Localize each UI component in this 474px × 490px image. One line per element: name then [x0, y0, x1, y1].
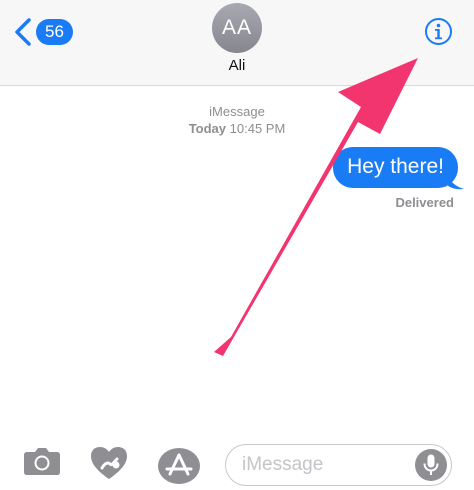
conversation-timestamp: iMessage Today 10:45 PM — [0, 103, 474, 137]
camera-button[interactable] — [23, 446, 61, 476]
app-store-icon — [158, 448, 200, 484]
timestamp-day: Today — [188, 121, 227, 136]
service-label: iMessage — [209, 104, 265, 119]
message-composer — [225, 444, 452, 486]
app-store-button[interactable] — [157, 447, 201, 485]
microphone-button[interactable] — [415, 449, 447, 481]
contact-avatar[interactable]: AA — [212, 3, 262, 53]
message-bubble-outgoing[interactable]: Hey there! — [333, 147, 458, 188]
timestamp-time: 10:45 PM — [229, 121, 286, 136]
avatar-initials: AA — [221, 16, 252, 39]
chevron-left-icon — [15, 18, 31, 46]
back-button[interactable]: 56 — [14, 17, 73, 47]
navigation-bar: 56 AA Ali — [0, 0, 474, 86]
info-circle-icon — [425, 18, 452, 45]
unread-count-badge: 56 — [36, 19, 73, 45]
contact-name[interactable]: Ali — [0, 57, 474, 74]
camera-icon — [24, 448, 60, 475]
timestamp-line: Today 10:45 PM — [0, 120, 474, 137]
digital-touch-button[interactable] — [90, 446, 128, 480]
delivery-status: Delivered — [395, 195, 454, 210]
info-button[interactable] — [424, 17, 453, 46]
digital-touch-heart-icon — [91, 447, 127, 479]
microphone-icon — [423, 454, 439, 475]
message-input[interactable] — [242, 445, 412, 485]
